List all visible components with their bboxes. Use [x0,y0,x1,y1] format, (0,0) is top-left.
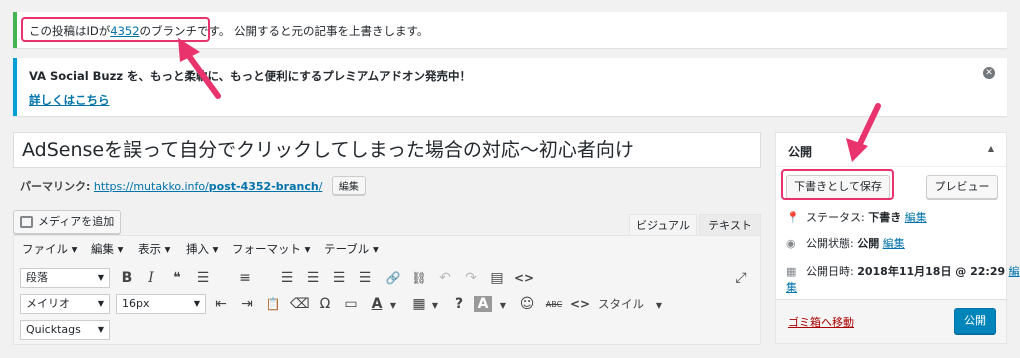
annotation-arrow-save-draft [846,103,881,162]
annotation-arrows [178,38,881,162]
annotation-arrow-branch [178,38,221,99]
